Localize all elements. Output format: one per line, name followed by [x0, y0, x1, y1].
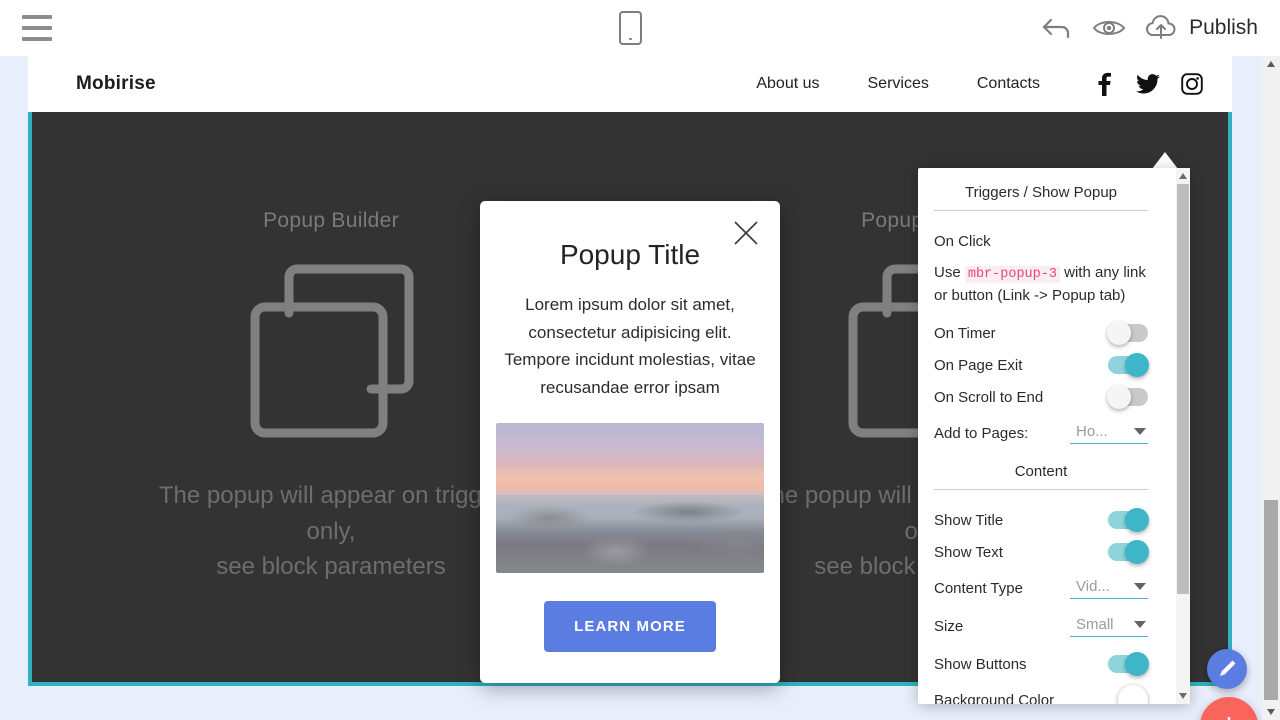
row-on-scroll-to-end: On Scroll to End — [934, 381, 1148, 413]
instagram-icon[interactable] — [1180, 72, 1204, 96]
label-on-click: On Click — [934, 233, 991, 250]
hamburger-menu-icon[interactable] — [22, 15, 52, 41]
chevron-down-icon — [1134, 621, 1146, 628]
mobile-device-icon[interactable] — [619, 11, 642, 45]
label-on-scroll-to-end: On Scroll to End — [934, 389, 1043, 406]
row-add-to-pages: Add to Pages: Ho... — [934, 417, 1148, 449]
select-content-type[interactable]: Vid... — [1070, 578, 1148, 599]
block-parameters-panel: Triggers / Show Popup On Click Use mbr-p… — [918, 168, 1190, 704]
row-on-click: On Click — [934, 225, 1148, 257]
row-background-color: Background Color — [934, 684, 1148, 704]
cloud-upload-icon[interactable] — [1135, 0, 1187, 56]
select-size[interactable]: Small — [1070, 616, 1148, 637]
row-show-buttons: Show Buttons — [934, 648, 1148, 680]
site-nav: About us Services Contacts — [732, 72, 1204, 96]
panel-scrollbar-thumb[interactable] — [1177, 184, 1189, 594]
popup-video-thumbnail[interactable] — [496, 423, 764, 573]
row-size: Size Small — [934, 610, 1148, 642]
hamburger-bar — [22, 26, 52, 30]
row-show-title: Show Title — [934, 504, 1148, 536]
select-add-to-pages[interactable]: Ho... — [1070, 423, 1148, 444]
row-content-type: Content Type Vid... — [934, 572, 1148, 604]
chevron-down-icon — [1134, 583, 1146, 590]
toggle-knob — [1125, 540, 1149, 564]
toggle-show-text[interactable] — [1108, 543, 1148, 561]
row-on-page-exit: On Page Exit — [934, 349, 1148, 381]
facebook-icon[interactable] — [1092, 72, 1116, 96]
popup-modal: Popup Title Lorem ipsum dolor sit amet, … — [480, 201, 780, 683]
label-on-page-exit: On Page Exit — [934, 357, 1022, 374]
column-description: The popup will appear on trigger only, s… — [159, 478, 503, 585]
label-content-type: Content Type — [934, 580, 1023, 597]
nav-link-contacts[interactable]: Contacts — [953, 75, 1064, 93]
label-show-buttons: Show Buttons — [934, 656, 1027, 673]
select-content-type-value: Vid... — [1076, 578, 1110, 595]
toggle-on-page-exit[interactable] — [1108, 356, 1148, 374]
page-scrollbar[interactable] — [1262, 56, 1280, 720]
add-block-fab-button[interactable]: + — [1200, 697, 1258, 720]
site-brand[interactable]: Mobirise — [76, 73, 156, 95]
pencil-brush-icon — [1216, 658, 1238, 680]
background-color-swatch[interactable] — [1118, 685, 1148, 704]
stacked-windows-icon — [231, 255, 431, 450]
toggle-on-scroll-to-end[interactable] — [1108, 388, 1148, 406]
video-foreground-rocks — [496, 495, 764, 573]
toggle-knob — [1107, 321, 1131, 345]
edit-style-fab-button[interactable] — [1207, 649, 1247, 689]
scroll-down-arrow-icon[interactable] — [1179, 693, 1187, 699]
nav-link-services[interactable]: Services — [844, 75, 953, 93]
panel-content: Triggers / Show Popup On Click Use mbr-p… — [918, 168, 1166, 704]
toggle-on-timer[interactable] — [1108, 324, 1148, 342]
social-links — [1092, 72, 1204, 96]
toolbar-actions: Publish — [1031, 0, 1280, 56]
label-add-to-pages: Add to Pages: — [934, 425, 1028, 442]
popup-title: Popup Title — [560, 239, 700, 271]
scroll-up-arrow-icon[interactable] — [1179, 173, 1187, 179]
label-background-color: Background Color — [934, 692, 1054, 704]
section-gap — [934, 449, 1148, 463]
toggle-knob — [1107, 385, 1131, 409]
close-x-icon[interactable] — [732, 219, 760, 247]
column-description-line3: see block parameters — [159, 549, 503, 585]
section-title-triggers: Triggers / Show Popup — [934, 184, 1148, 211]
toggle-show-buttons[interactable] — [1108, 655, 1148, 673]
eye-preview-icon[interactable] — [1083, 0, 1135, 56]
chevron-down-icon — [1134, 428, 1146, 435]
undo-arrow-icon[interactable] — [1031, 0, 1083, 56]
scroll-up-arrow-icon[interactable] — [1267, 61, 1275, 67]
toggle-show-title[interactable] — [1108, 511, 1148, 529]
label-show-title: Show Title — [934, 512, 1003, 529]
hamburger-bar — [22, 15, 52, 19]
section-title-content: Content — [934, 463, 1148, 490]
toggle-knob — [1125, 353, 1149, 377]
publish-button[interactable]: Publish — [1189, 16, 1258, 40]
scroll-down-arrow-icon[interactable] — [1267, 709, 1275, 715]
label-show-text: Show Text — [934, 544, 1003, 561]
hamburger-bar — [22, 37, 52, 41]
page-scrollbar-thumb[interactable] — [1264, 500, 1278, 700]
popup-text: Lorem ipsum dolor sit amet, consectetur … — [499, 291, 761, 401]
site-header: Mobirise About us Services Contacts — [28, 56, 1232, 112]
row-show-text: Show Text — [934, 536, 1148, 568]
panel-scrollbar[interactable] — [1176, 168, 1190, 704]
twitter-icon[interactable] — [1136, 72, 1160, 96]
label-size: Size — [934, 618, 963, 635]
toggle-knob — [1125, 508, 1149, 532]
toggle-knob — [1125, 652, 1149, 676]
column-description-line1: The popup will appear on trigger — [159, 478, 503, 514]
row-on-timer: On Timer — [934, 317, 1148, 349]
select-add-to-pages-value: Ho... — [1076, 423, 1108, 440]
select-size-value: Small — [1076, 616, 1114, 633]
nav-link-about-us[interactable]: About us — [732, 75, 843, 93]
top-toolbar: Publish — [0, 0, 1280, 56]
popup-class-code: mbr-popup-3 — [965, 266, 1060, 283]
learn-more-button[interactable]: LEARN MORE — [544, 601, 716, 652]
column-description-line2: only, — [159, 514, 503, 550]
label-on-timer: On Timer — [934, 325, 996, 342]
hint-prefix: Use — [934, 264, 965, 281]
column-title: Popup Builder — [263, 209, 399, 233]
panel-pointer-arrow — [1152, 152, 1178, 169]
hint-popup-class: Use mbr-popup-3 with any link or button … — [934, 262, 1148, 307]
